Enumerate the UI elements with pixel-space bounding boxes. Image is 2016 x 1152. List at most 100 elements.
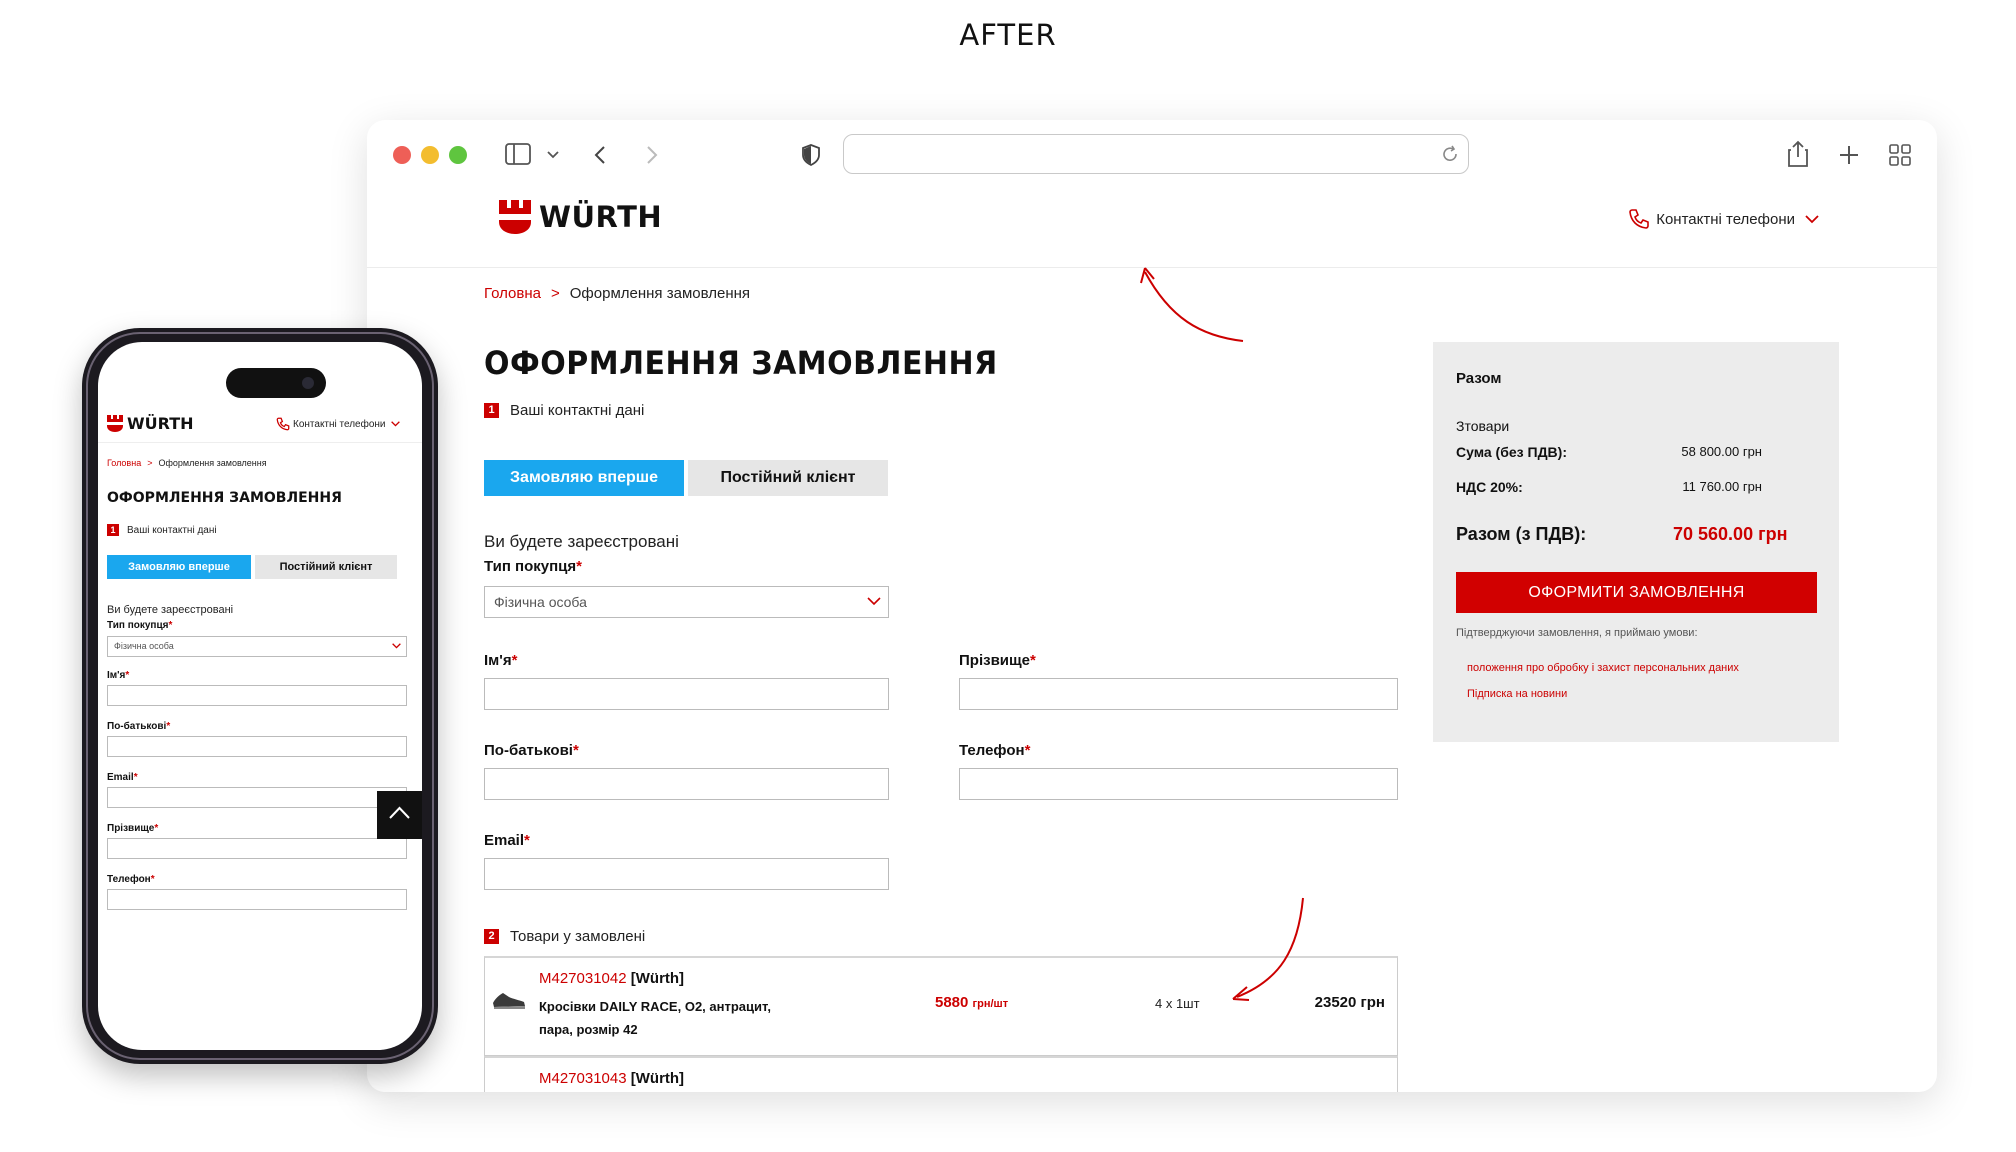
mobile-screen: WÜRTH Контактні телефони Головна > Оформле… (98, 342, 422, 1050)
mobile-phone-mockup: WÜRTH Контактні телефони Головна > Оформле… (82, 328, 438, 1064)
mobile-contact-dropdown[interactable]: Контактні телефони (276, 417, 400, 431)
phone-icon (276, 417, 290, 431)
site-header: WÜRTH Контактні телефони (367, 192, 1937, 268)
patronymic-label: По-батькові* (484, 742, 579, 759)
privacy-policy-link[interactable]: положення про обробку і захист персональ… (1467, 662, 1739, 674)
terms-note: Підтверджуючи замовлення, я приймаю умов… (1456, 627, 1698, 639)
browser-toolbar (367, 120, 1937, 192)
breadcrumb-separator: > (551, 285, 560, 302)
chevron-down-icon (390, 421, 400, 427)
purchase-type-value: Фізична особа (494, 594, 587, 610)
summary-total-label: Разом (з ПДВ): (1456, 524, 1587, 544)
mobile-page-title: ОФОРМЛЕННЯ ЗАМОВЛЕННЯ (107, 490, 342, 506)
phone-icon (1629, 209, 1650, 229)
mobile-wurth-logo[interactable]: WÜRTH (107, 414, 194, 433)
mobile-phone-label: Телефон* (107, 874, 155, 885)
section-label: Товари у замовлені (510, 928, 646, 945)
summary-total-value: 70 560.00 грн (1673, 524, 1788, 544)
back-icon[interactable] (594, 145, 606, 165)
mobile-breadcrumb-home[interactable]: Головна (107, 458, 141, 468)
wurth-logo-icon (499, 200, 531, 234)
summary-items-count: Зтовари (1456, 418, 1510, 434)
summary-subtotal: Сума (без ПДВ): 58 800.00 грн (1456, 444, 1762, 460)
mobile-patronymic-input[interactable] (107, 736, 407, 757)
mobile-email-label: Email* (107, 772, 138, 783)
product-quantity: 4 x 1шт (1155, 996, 1200, 1011)
product-row: M427031043 [Würth] (484, 1056, 1398, 1092)
newsletter-link[interactable]: Підписка на новини (1467, 688, 1567, 700)
mobile-breadcrumb: Головна > Оформлення замовлення (107, 458, 267, 468)
product-code-link[interactable]: M427031042 (539, 970, 627, 987)
section-products-heading: 2 Товари у замовлені (484, 928, 645, 945)
new-tab-icon[interactable] (1839, 145, 1859, 165)
phone-input[interactable] (959, 768, 1398, 800)
patronymic-input[interactable] (484, 768, 889, 800)
share-icon[interactable] (1786, 140, 1810, 168)
url-bar[interactable] (843, 134, 1469, 174)
last-name-label: Прізвище* (959, 652, 1036, 669)
email-input[interactable] (484, 858, 889, 890)
mobile-first-name-label: Ім'я* (107, 670, 130, 681)
tab-overview-icon[interactable] (1889, 144, 1911, 166)
product-code: M427031043 [Würth] (539, 1070, 684, 1087)
mobile-purchase-type-label: Тип покупця* (107, 620, 173, 631)
mobile-tab-regular-client[interactable]: Постійний клієнт (255, 555, 397, 579)
first-name-input[interactable] (484, 678, 889, 710)
section-label: Ваші контактні дані (510, 402, 645, 419)
zoom-window-button[interactable] (449, 146, 467, 164)
order-summary: Разом Зтовари Сума (без ПДВ): 58 800.00 г… (1433, 342, 1839, 742)
logo-text: WÜRTH (539, 200, 663, 234)
contact-phones-dropdown[interactable]: Контактні телефони (1628, 208, 1825, 230)
product-total: 23520 грн (1314, 994, 1385, 1011)
shield-icon[interactable] (801, 144, 821, 166)
registration-note: Ви будете зареєстровані (484, 532, 679, 551)
mobile-tab-first-order[interactable]: Замовляю вперше (107, 555, 251, 579)
minimize-window-button[interactable] (421, 146, 439, 164)
section-number: 1 (484, 403, 499, 418)
product-code: M427031042 [Würth] (539, 970, 684, 987)
shoe-product-image (493, 993, 525, 1009)
product-row: M427031042 [Würth] Кросівки DAILY RACE, … (484, 956, 1398, 1056)
page-title: ОФОРМЛЕННЯ ЗАМОВЛЕННЯ (484, 345, 998, 383)
wurth-logo[interactable]: WÜRTH (499, 200, 662, 234)
section-contact-heading: 1 Ваші контактні дані (484, 402, 644, 419)
summary-vat: НДС 20%: 11 760.00 грн (1456, 479, 1762, 495)
close-window-button[interactable] (393, 146, 411, 164)
summary-title: Разом (1456, 370, 1502, 387)
mobile-phone-input[interactable] (107, 889, 407, 910)
contact-label: Контактні телефони (1656, 210, 1795, 228)
mobile-section-contact: 1 Ваші контактні дані (107, 524, 217, 536)
chevron-down-icon (392, 643, 401, 649)
comparison-heading: AFTER (959, 18, 1057, 52)
mobile-purchase-type-select[interactable]: Фізична особа (107, 636, 407, 657)
browser-window: WÜRTH Контактні телефони Головна > Оформле… (367, 120, 1937, 1092)
product-name: Кросівки DAILY RACE, O2, антрацит, пара, … (539, 999, 772, 1037)
product-brand: [Würth] (630, 1070, 685, 1087)
mobile-first-name-input[interactable] (107, 685, 407, 706)
mobile-email-input[interactable] (107, 787, 407, 808)
chevron-down-icon[interactable] (547, 151, 559, 159)
tab-first-order[interactable]: Замовляю вперше (484, 460, 684, 496)
chevron-down-icon (1805, 214, 1819, 223)
chevron-up-icon (389, 806, 410, 819)
mobile-last-name-input[interactable] (107, 838, 407, 859)
phone-label: Телефон* (959, 742, 1031, 759)
purchase-type-select[interactable]: Фізична особа (484, 586, 889, 618)
breadcrumb-home-link[interactable]: Головна (484, 285, 541, 302)
sidebar-toggle-icon[interactable] (505, 143, 531, 165)
checkout-button[interactable]: ОФОРМИТИ ЗАМОВЛЕННЯ (1456, 572, 1817, 613)
dynamic-island (226, 368, 326, 398)
email-label: Email* (484, 832, 530, 849)
reload-icon[interactable] (1440, 144, 1460, 164)
tab-regular-client[interactable]: Постійний клієнт (688, 460, 888, 496)
scroll-to-top-button[interactable] (377, 791, 422, 839)
chevron-down-icon (867, 597, 881, 606)
breadcrumb: Головна > Оформлення замовлення (484, 285, 750, 302)
mobile-registration-note: Ви будете зареєстровані (107, 604, 234, 616)
last-name-input[interactable] (959, 678, 1398, 710)
product-price: 5880 грн/шт (935, 994, 1009, 1011)
forward-icon[interactable] (646, 145, 658, 165)
product-brand: [Würth] (630, 970, 685, 987)
first-name-label: Ім'я* (484, 652, 518, 669)
product-code-link[interactable]: M427031043 (539, 1070, 627, 1087)
